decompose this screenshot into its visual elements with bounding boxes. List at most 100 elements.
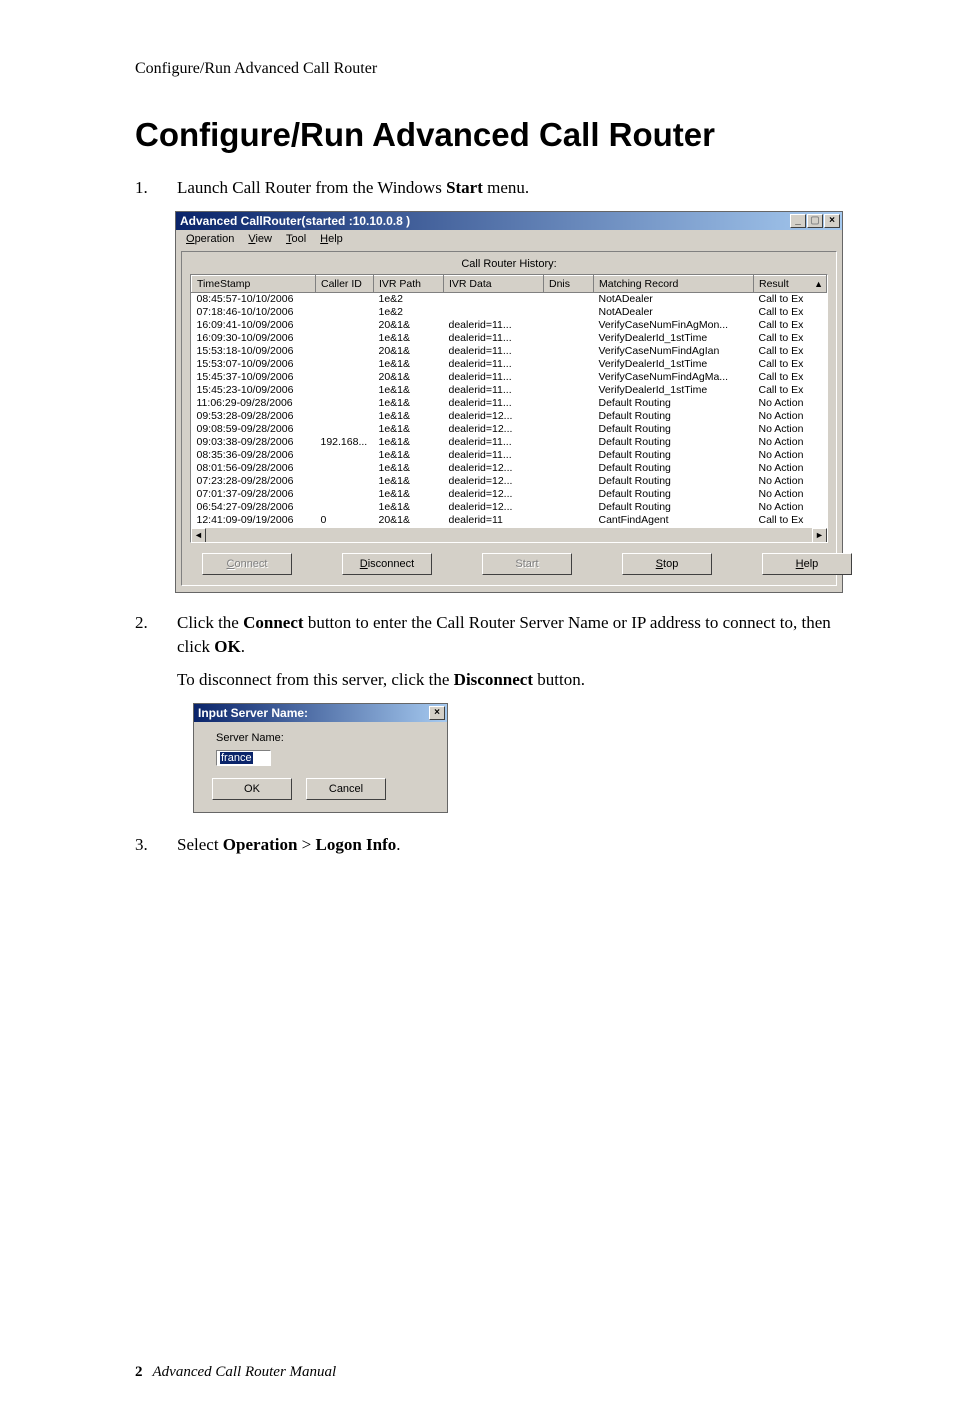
scroll-left-icon[interactable]: ◄: [191, 528, 206, 543]
text: Launch Call Router from the Windows: [177, 178, 446, 197]
table-cell: 1e&1&: [374, 449, 444, 462]
table-row[interactable]: 07:18:46-10/10/20061e&2NotADealerCall to…: [192, 306, 827, 319]
dialog-close-button[interactable]: ×: [429, 706, 445, 720]
table-cell: 192.168...: [316, 436, 374, 449]
table-cell: Call to Ex: [754, 319, 827, 332]
table-cell: No Action: [754, 410, 827, 423]
table-cell: [316, 488, 374, 501]
col-callerid[interactable]: Caller ID: [316, 275, 374, 292]
table-cell: [544, 475, 594, 488]
table-cell: VerifyDealerId_1stTime: [594, 332, 754, 345]
col-matching[interactable]: Matching Record: [594, 275, 754, 292]
table-cell: Call to Ex: [754, 514, 827, 527]
dialog-title: Input Server Name:: [198, 706, 429, 720]
table-row[interactable]: 15:53:07-10/09/20061e&1&dealerid=11...Ve…: [192, 358, 827, 371]
close-button[interactable]: ×: [824, 214, 840, 228]
col-result[interactable]: Result▲: [754, 275, 827, 292]
table-cell: [444, 292, 544, 306]
table-cell: dealerid=12...: [444, 462, 544, 475]
cancel-button[interactable]: Cancel: [306, 778, 386, 800]
table-cell: 07:18:46-10/10/2006: [192, 306, 316, 319]
dialog-titlebar: Input Server Name: ×: [194, 704, 447, 722]
table-cell: Call to Ex: [754, 371, 827, 384]
table-cell: [316, 292, 374, 306]
menu-tool[interactable]: Tool: [280, 232, 312, 246]
table-cell: dealerid=11...: [444, 449, 544, 462]
menu-operation[interactable]: Operation: [180, 232, 240, 246]
table-row[interactable]: 06:54:27-09/28/20061e&1&dealerid=12...De…: [192, 501, 827, 514]
table-cell: [544, 436, 594, 449]
table-cell: 20&1&: [374, 319, 444, 332]
table-cell: [544, 501, 594, 514]
menu-help[interactable]: Help: [314, 232, 349, 246]
menu-view[interactable]: View: [242, 232, 278, 246]
scroll-up-icon[interactable]: ▲: [814, 279, 823, 289]
table-cell: NotADealer: [594, 292, 754, 306]
table-cell: Call to Ex: [754, 384, 827, 397]
help-button[interactable]: Help: [762, 553, 852, 575]
table-cell: 16:09:30-10/09/2006: [192, 332, 316, 345]
table-cell: 15:53:07-10/09/2006: [192, 358, 316, 371]
table-cell: dealerid=11...: [444, 371, 544, 384]
table-row[interactable]: 11:06:29-09/28/20061e&1&dealerid=11...De…: [192, 397, 827, 410]
ok-button[interactable]: OK: [212, 778, 292, 800]
table-row[interactable]: 09:53:28-09/28/20061e&1&dealerid=12...De…: [192, 410, 827, 423]
table-row[interactable]: 16:09:41-10/09/200620&1&dealerid=11...Ve…: [192, 319, 827, 332]
table-cell: 1e&1&: [374, 410, 444, 423]
scroll-right-icon[interactable]: ►: [812, 528, 827, 543]
table-cell: VerifyDealerId_1stTime: [594, 358, 754, 371]
table-cell: [544, 462, 594, 475]
table-cell: 20&1&: [374, 514, 444, 527]
history-label: Call Router History:: [190, 258, 828, 270]
table-cell: No Action: [754, 501, 827, 514]
table-row[interactable]: 12:41:09-09/19/2006020&1&dealerid=11Cant…: [192, 514, 827, 527]
table-row[interactable]: 08:01:56-09/28/20061e&1&dealerid=12...De…: [192, 462, 827, 475]
table-row[interactable]: 07:23:28-09/28/20061e&1&dealerid=12...De…: [192, 475, 827, 488]
connect-button[interactable]: Connect: [202, 553, 292, 575]
table-cell: [544, 449, 594, 462]
bold-text: Logon Info: [316, 835, 397, 854]
col-ivrpath[interactable]: IVR Path: [374, 275, 444, 292]
server-name-input[interactable]: france: [216, 750, 271, 766]
table-cell: [544, 306, 594, 319]
table-row[interactable]: 08:35:36-09/28/20061e&1&dealerid=11...De…: [192, 449, 827, 462]
table-row[interactable]: 15:45:37-10/09/200620&1&dealerid=11...Ve…: [192, 371, 827, 384]
minimize-button[interactable]: _: [790, 214, 806, 228]
table-cell: NotADealer: [594, 306, 754, 319]
col-dnis[interactable]: Dnis: [544, 275, 594, 292]
table-row[interactable]: 16:09:30-10/09/20061e&1&dealerid=11...Ve…: [192, 332, 827, 345]
table-cell: 1e&1&: [374, 397, 444, 410]
table-cell: 1e&1&: [374, 501, 444, 514]
stop-button[interactable]: Stop: [622, 553, 712, 575]
table-row[interactable]: 15:45:23-10/09/20061e&1&dealerid=11...Ve…: [192, 384, 827, 397]
table-cell: Default Routing: [594, 475, 754, 488]
bold-text: Connect: [243, 613, 303, 632]
text: Select: [177, 835, 223, 854]
table-row[interactable]: 09:08:59-09/28/20061e&1&dealerid=12...De…: [192, 423, 827, 436]
table-cell: Call to Ex: [754, 292, 827, 306]
table-cell: No Action: [754, 462, 827, 475]
disconnect-button[interactable]: Disconnect: [342, 553, 432, 575]
table-row[interactable]: 07:01:37-09/28/20061e&1&dealerid=12...De…: [192, 488, 827, 501]
table-cell: CantFindAgent: [594, 514, 754, 527]
table-cell: [316, 410, 374, 423]
text: button.: [533, 670, 585, 689]
table-cell: [544, 371, 594, 384]
table-cell: 07:23:28-09/28/2006: [192, 475, 316, 488]
table-cell: 1e&1&: [374, 436, 444, 449]
maximize-button[interactable]: ▢: [807, 214, 823, 228]
table-cell: Call to Ex: [754, 345, 827, 358]
running-header: Configure/Run Advanced Call Router: [135, 60, 839, 78]
table-cell: [544, 514, 594, 527]
start-button[interactable]: Start: [482, 553, 572, 575]
table-row[interactable]: 08:45:57-10/10/20061e&2NotADealerCall to…: [192, 292, 827, 306]
horizontal-scrollbar[interactable]: ◄ ►: [191, 527, 827, 542]
col-ivrdata[interactable]: IVR Data: [444, 275, 544, 292]
table-cell: No Action: [754, 475, 827, 488]
table-row[interactable]: 09:03:38-09/28/2006192.168...1e&1&dealer…: [192, 436, 827, 449]
table-cell: 1e&1&: [374, 332, 444, 345]
table-row[interactable]: 15:53:18-10/09/200620&1&dealerid=11...Ve…: [192, 345, 827, 358]
table-cell: dealerid=12...: [444, 475, 544, 488]
table-cell: [316, 423, 374, 436]
col-timestamp[interactable]: TimeStamp: [192, 275, 316, 292]
